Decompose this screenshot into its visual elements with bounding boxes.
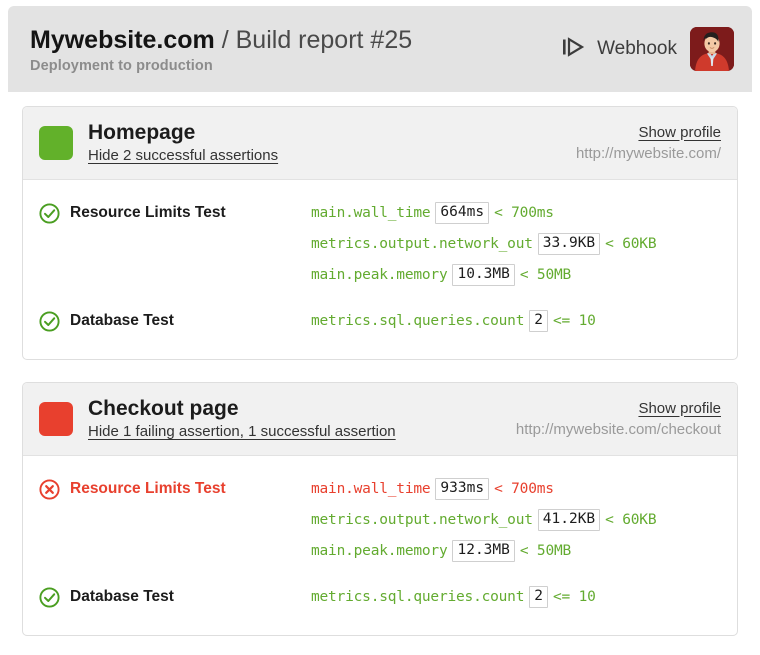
assertion-comparison: < 700ms: [494, 203, 554, 223]
assertion-comparison: < 50MB: [520, 541, 571, 561]
page-status-indicator: [39, 126, 73, 160]
assertion-value: 933ms: [435, 478, 489, 500]
assertion-row: main.peak.memory 12.3MB < 50MB: [311, 540, 721, 562]
test-name: Resource Limits Test: [70, 479, 226, 499]
toggle-assertions-link[interactable]: Hide 1 failing assertion, 1 successful a…: [88, 423, 396, 440]
assertion-metric: metrics.sql.queries.count: [311, 587, 524, 607]
page-subtitle: Deployment to production: [30, 58, 561, 74]
assertion-value: 2: [529, 586, 548, 608]
assertion-list: main.wall_time 933ms < 700ms metrics.out…: [311, 478, 721, 562]
header-actions: Webhook: [561, 27, 734, 71]
test-name: Database Test: [70, 311, 174, 331]
card-header-main: Homepage Hide 2 successful assertions: [88, 120, 564, 165]
assertion-value: 10.3MB: [452, 264, 514, 286]
test-name: Resource Limits Test: [70, 203, 226, 223]
header-titles: Mywebsite.com / Build report #25 Deploym…: [30, 25, 561, 74]
assertion-row: metrics.output.network_out 41.2KB < 60KB: [311, 509, 721, 531]
assertion-metric: metrics.output.network_out: [311, 510, 533, 530]
test-label: Resource Limits Test: [39, 202, 311, 229]
test-row: Resource Limits Test main.wall_time 933m…: [39, 470, 721, 568]
assertion-comparison: < 60KB: [605, 234, 656, 254]
page-name: Homepage: [88, 120, 564, 145]
card-header-right: Show profile http://mywebsite.com/: [564, 124, 721, 162]
assertion-comparison: < 700ms: [494, 479, 554, 499]
page-name: Checkout page: [88, 396, 504, 421]
check-circle-icon: [39, 587, 60, 613]
assertion-row: main.wall_time 933ms < 700ms: [311, 478, 721, 500]
assertion-value: 2: [529, 310, 548, 332]
test-list: Resource Limits Test main.wall_time 933m…: [23, 456, 737, 635]
card-header: Homepage Hide 2 successful assertions Sh…: [23, 107, 737, 180]
assertion-metric: main.peak.memory: [311, 265, 447, 285]
x-circle-icon: [39, 479, 60, 505]
play-skip-icon: [561, 35, 587, 64]
assertion-metric: metrics.output.network_out: [311, 234, 533, 254]
assertion-value: 12.3MB: [452, 540, 514, 562]
card-header-right: Show profile http://mywebsite.com/checko…: [504, 400, 721, 438]
avatar[interactable]: [690, 27, 734, 71]
toggle-assertions-link[interactable]: Hide 2 successful assertions: [88, 147, 278, 164]
assertion-comparison: < 50MB: [520, 265, 571, 285]
webhook-button[interactable]: Webhook: [561, 35, 677, 64]
page-status-indicator: [39, 402, 73, 436]
assertion-comparison: < 60KB: [605, 510, 656, 530]
card-header: Checkout page Hide 1 failing assertion, …: [23, 383, 737, 456]
assertion-comparison: <= 10: [553, 311, 596, 331]
test-label: Database Test: [39, 586, 311, 613]
assertion-value: 41.2KB: [538, 509, 600, 531]
assertion-row: metrics.output.network_out 33.9KB < 60KB: [311, 233, 721, 255]
test-row: Database Test metrics.sql.queries.count …: [39, 568, 721, 619]
build-report-page: Mywebsite.com / Build report #25 Deploym…: [0, 0, 760, 655]
site-name: Mywebsite.com: [30, 26, 215, 54]
assertion-row: metrics.sql.queries.count 2 <= 10: [311, 310, 721, 332]
assertion-row: main.peak.memory 10.3MB < 50MB: [311, 264, 721, 286]
assertion-list: main.wall_time 664ms < 700ms metrics.out…: [311, 202, 721, 286]
test-name: Database Test: [70, 587, 174, 607]
assertion-row: metrics.sql.queries.count 2 <= 10: [311, 586, 721, 608]
check-circle-icon: [39, 311, 60, 337]
card-header-main: Checkout page Hide 1 failing assertion, …: [88, 396, 504, 441]
assertion-row: main.wall_time 664ms < 700ms: [311, 202, 721, 224]
page-card-checkout: Checkout page Hide 1 failing assertion, …: [22, 382, 738, 636]
assertion-metric: main.wall_time: [311, 203, 430, 223]
test-row: Database Test metrics.sql.queries.count …: [39, 292, 721, 343]
test-list: Resource Limits Test main.wall_time 664m…: [23, 180, 737, 359]
assertion-list: metrics.sql.queries.count 2 <= 10: [311, 586, 721, 608]
assertion-comparison: <= 10: [553, 587, 596, 607]
test-label: Resource Limits Test: [39, 478, 311, 505]
test-row: Resource Limits Test main.wall_time 664m…: [39, 194, 721, 292]
assertion-list: metrics.sql.queries.count 2 <= 10: [311, 310, 721, 332]
assertion-metric: metrics.sql.queries.count: [311, 311, 524, 331]
check-circle-icon: [39, 203, 60, 229]
assertion-metric: main.wall_time: [311, 479, 430, 499]
page-url: http://mywebsite.com/: [576, 145, 721, 162]
show-profile-link[interactable]: Show profile: [638, 400, 721, 417]
assertion-value: 33.9KB: [538, 233, 600, 255]
test-label: Database Test: [39, 310, 311, 337]
assertion-metric: main.peak.memory: [311, 541, 447, 561]
build-report-label: / Build report #25: [222, 26, 412, 54]
webhook-label: Webhook: [597, 38, 677, 60]
page-title: Mywebsite.com / Build report #25: [30, 25, 561, 55]
page-card-homepage: Homepage Hide 2 successful assertions Sh…: [22, 106, 738, 360]
report-header: Mywebsite.com / Build report #25 Deploym…: [8, 6, 752, 92]
show-profile-link[interactable]: Show profile: [638, 124, 721, 141]
report-body: Homepage Hide 2 successful assertions Sh…: [8, 92, 752, 648]
page-url: http://mywebsite.com/checkout: [516, 421, 721, 438]
assertion-value: 664ms: [435, 202, 489, 224]
